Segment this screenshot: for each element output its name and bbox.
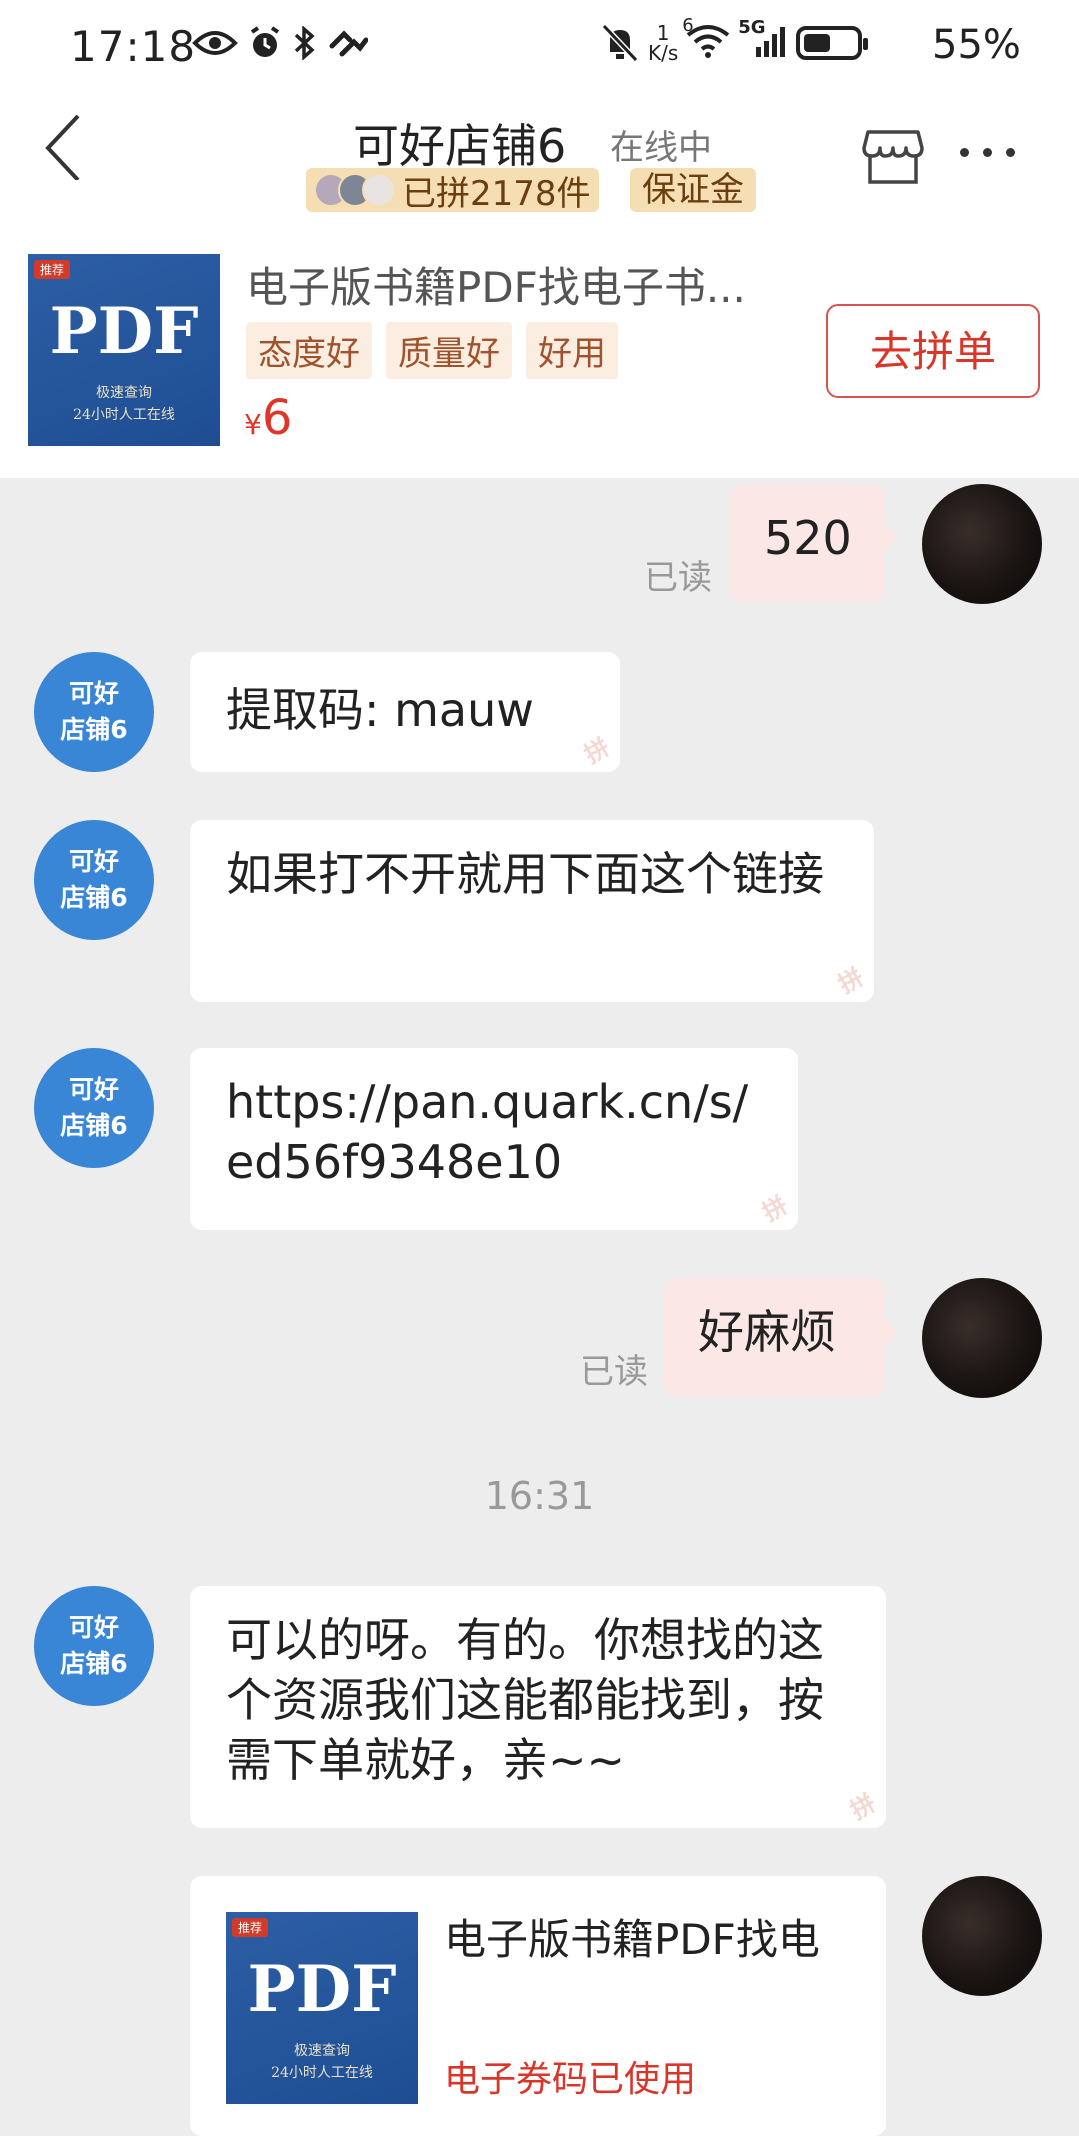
shop-avatar-line1: 可好 — [68, 1075, 119, 1104]
battery-icon — [796, 26, 869, 60]
joined-count-badge: 已拼2178件 — [306, 168, 599, 214]
chat-header: 可好店铺6 在线中 已拼2178件 保证金 — [0, 100, 1079, 240]
shop-avatar-line1: 可好 — [68, 1613, 119, 1642]
product-message-card[interactable]: 推荐 PDF 极速查询 24小时人工在线 电子版书籍PDF找电 电子券码已使用 — [190, 1876, 886, 2136]
product-price: ¥6 — [244, 390, 292, 446]
shop-avatar-line2: 店铺6 — [60, 1649, 128, 1678]
network-speed: 1 K/s — [648, 23, 678, 63]
product-tags: 态度好 质量好 好用 — [246, 322, 618, 379]
incoming-link-message[interactable]: https://pan.quark.cn/s/ed56f9348e10 拼 — [190, 1048, 798, 1230]
product-message-thumbnail: 推荐 PDF 极速查询 24小时人工在线 — [226, 1912, 418, 2104]
product-title[interactable]: 电子版书籍PDF找电子书... — [246, 254, 746, 315]
shop-avatar-line1: 可好 — [68, 679, 119, 708]
mute-icon — [601, 23, 639, 63]
shop-avatar[interactable]: 可好 店铺6 — [34, 820, 154, 940]
eye-icon — [192, 31, 238, 55]
thumbnail-pdf-text: PDF — [49, 294, 199, 369]
online-status: 在线中 — [610, 128, 712, 168]
incoming-message[interactable]: 如果打不开就用下面这个链接 拼 — [190, 820, 874, 1002]
product-tag: 好用 — [526, 322, 618, 379]
shop-avatar[interactable]: 可好 店铺6 — [34, 1048, 154, 1168]
thumbnail-tag: 推荐 — [34, 260, 71, 279]
shop-avatar-line1: 可好 — [68, 847, 119, 876]
shop-avatar-line2: 店铺6 — [60, 883, 128, 912]
status-bar: 17:18 1 K/s 6 5G 55% — [0, 0, 1079, 100]
message-text: 如果打不开就用下面这个链接 — [226, 847, 824, 901]
outgoing-message[interactable]: 520 — [730, 484, 898, 602]
read-receipt: 已读 — [644, 558, 712, 598]
user-avatar[interactable] — [922, 1278, 1042, 1398]
thumbnail-subtitle-1: 极速查询 — [294, 2043, 350, 2059]
user-avatar[interactable] — [922, 484, 1042, 604]
status-right-icons: 1 K/s 6 5G — [600, 15, 869, 64]
shop-avatar-line2: 店铺6 — [60, 1111, 128, 1140]
coupon-status: 电子券码已使用 — [444, 2059, 697, 2100]
bluetooth-icon — [294, 26, 315, 60]
thumbnail-subtitle-2: 24小时人工在线 — [271, 2065, 373, 2081]
shop-avatar-line2: 店铺6 — [60, 715, 128, 744]
time-divider: 16:31 — [484, 1474, 595, 1518]
join-group-buy-button[interactable]: 去拼单 — [826, 304, 1040, 398]
product-tag: 态度好 — [246, 322, 372, 379]
price-value: 6 — [261, 390, 293, 446]
wifi-label: 6 — [682, 15, 694, 36]
message-text: 可以的呀。有的。你想找的这个资源我们这能都能找到，按需下单就好，亲~~ — [226, 1613, 824, 1787]
buyer-avatar — [362, 173, 396, 207]
cell-signal: 5G — [738, 17, 788, 63]
network-speed-unit: K/s — [648, 41, 679, 65]
thumbnail-tag: 推荐 — [232, 1918, 269, 1937]
more-options-icon[interactable] — [960, 148, 1015, 157]
product-tag: 质量好 — [386, 322, 512, 379]
watermark-icon: 拼 — [757, 1190, 793, 1228]
message-text: 好麻烦 — [698, 1305, 836, 1359]
status-time: 17:18 — [70, 22, 197, 71]
status-left-icons — [192, 26, 368, 60]
joined-count: 已拼2178件 — [402, 173, 591, 214]
watermark-icon: 拼 — [845, 1788, 881, 1826]
deposit-badge: 保证金 — [630, 168, 756, 212]
outgoing-message[interactable]: 好麻烦 — [664, 1278, 898, 1396]
shop-avatar[interactable]: 可好 店铺6 — [34, 652, 154, 772]
message-text: 520 — [764, 511, 852, 565]
thumbnail-subtitle-2: 24小时人工在线 — [73, 407, 175, 423]
product-message-title: 电子版书籍PDF找电 — [444, 1915, 820, 1964]
nfc-icon — [329, 30, 368, 57]
message-link[interactable]: https://pan.quark.cn/s/ed56f9348e10 — [226, 1075, 748, 1189]
price-currency: ¥ — [244, 408, 262, 441]
product-thumbnail[interactable]: 推荐 PDF 极速查询 24小时人工在线 — [28, 254, 220, 446]
battery-percent: 55% — [932, 22, 1021, 68]
watermark-icon: 拼 — [579, 732, 615, 770]
incoming-message[interactable]: 可以的呀。有的。你想找的这个资源我们这能都能找到，按需下单就好，亲~~ 拼 — [190, 1586, 886, 1828]
wifi-indicator: 6 — [682, 15, 730, 63]
watermark-icon: 拼 — [833, 962, 869, 1000]
message-text: 提取码: mauw — [226, 683, 534, 737]
thumbnail-subtitle-1: 极速查询 — [96, 385, 152, 401]
alarm-icon — [250, 26, 280, 57]
user-avatar[interactable] — [922, 1876, 1042, 1996]
thumbnail-pdf-text: PDF — [247, 1952, 397, 2027]
product-card[interactable]: 推荐 PDF 极速查询 24小时人工在线 电子版书籍PDF找电子书... 态度好… — [0, 240, 1079, 478]
store-icon[interactable] — [860, 122, 926, 188]
back-arrow-icon[interactable] — [40, 110, 100, 180]
signal-label: 5G — [738, 17, 766, 38]
buyer-avatars — [314, 173, 396, 207]
shop-avatar[interactable]: 可好 店铺6 — [34, 1586, 154, 1706]
network-speed-value: 1 — [656, 21, 670, 45]
read-receipt: 已读 — [580, 1352, 648, 1392]
incoming-message[interactable]: 提取码: mauw 拼 — [190, 652, 620, 772]
